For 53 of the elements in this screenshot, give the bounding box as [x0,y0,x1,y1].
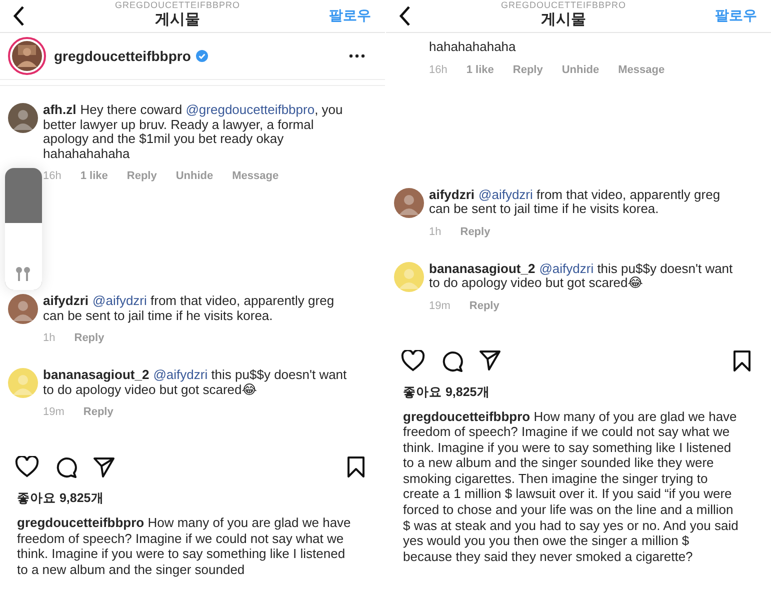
comment-time: 19m [43,406,64,418]
comment-action[interactable]: Reply [83,406,114,418]
earbuds-icon [15,266,31,282]
comment-action[interactable]: Unhide [562,64,600,76]
send-icon[interactable] [479,350,501,371]
comment-text: bananasagiout_2 @aifydzri this pu$$y doesn't want to do apology video but got scared😂 [43,368,348,397]
back-icon[interactable] [12,5,26,27]
more-icon[interactable] [349,54,365,58]
mention-link[interactable]: @aifydzri [539,260,594,276]
bookmark-icon[interactable] [733,350,751,372]
comment-time: 1h [43,332,56,344]
page-title: 게시물 [541,12,586,26]
comment-text: bananasagiout_2 @aifydzri this pu$$y doesn't want to do apology video but got scared😂 [429,262,734,290]
comment-action[interactable]: Reply [126,170,157,182]
caption-text: gregdoucetteifbbpro How many of you are glad we have freedom of speech? Imagine if we could not say what we think. Imagine if you were to say something like I listened to a new album and the singer sounded like they were smoking cigarettes. Then imagine the singer trying to create a 1 million $ lawsuit over it. If you said “if you were forced to chose and your life was on the line and a million $ was at steak and you had to say yes or no. And you said yes would you you then owe the singer a million $ because they said they never smoked a cigarette? [403,408,740,564]
follow-link[interactable]: 팔로우 [329,7,371,25]
comment-text: hahahahahaha [429,40,517,54]
comment-text: afh.zl Hey there coward @gregdoucetteifbbpro, you better lawyer up bruv. Ready a lawyer, a formal apology and the $1mil you bet ready okay hahahahahaha [43,103,344,161]
comment-action[interactable]: Reply [460,226,490,238]
comment-action[interactable]: Reply [512,64,543,76]
bookmark-icon[interactable] [347,456,365,478]
heart-icon[interactable] [401,350,425,372]
heart-icon[interactable] [15,456,39,478]
comment-action[interactable]: Message [618,64,665,76]
back-icon[interactable] [398,5,412,27]
comment-action[interactable]: 1 like [466,64,494,76]
comment-text: aifydzri @aifydzri from that video, apparently greg can be sent to jail time if he visits korea. [429,188,722,216]
comment-action[interactable]: 1 like [80,170,108,182]
comment-time: 19m [429,300,450,312]
follow-link[interactable]: 팔로우 [715,7,757,25]
comment-text: aifydzri @aifydzri from that video, apparently greg can be sent to jail time if he visits korea. [43,294,336,323]
comment-icon[interactable] [441,350,463,372]
comment-icon[interactable] [55,456,77,478]
author-username[interactable]: gregdoucetteifbbpro [54,48,191,64]
caption-text: gregdoucetteifbbpro How many of you are glad we have freedom of speech? Imagine if we could not say what we think. Imagine if you were to say something like I listened to a new album and the singer sounded [17,515,352,578]
comment-time: 16h [429,64,448,76]
comment-action[interactable]: Reply [469,300,500,312]
page-title: 게시물 [155,12,200,26]
mention-link[interactable]: @gregdoucetteifbbpro [186,102,315,117]
comment-time: 1h [429,226,442,238]
comment-action[interactable]: Reply [74,332,104,344]
mention-link[interactable]: @aifydzri [153,367,208,382]
comment-time: 16h [43,170,62,182]
mention-link[interactable]: @aifydzri [478,186,533,202]
like-count[interactable]: 좋아요 9,825개 [17,490,385,507]
send-icon[interactable] [93,456,115,478]
account-name: GREGDOUCETTEIFBBPRO [114,0,240,10]
like-count[interactable]: 좋아요 9,825개 [403,384,771,400]
account-name: GREGDOUCETTEIFBBPRO [500,0,626,10]
volume-overlay[interactable] [5,168,42,290]
mention-link[interactable]: @aifydzri [92,293,147,308]
comment-action[interactable]: Message [232,170,279,182]
comment-action[interactable]: Unhide [176,170,214,182]
